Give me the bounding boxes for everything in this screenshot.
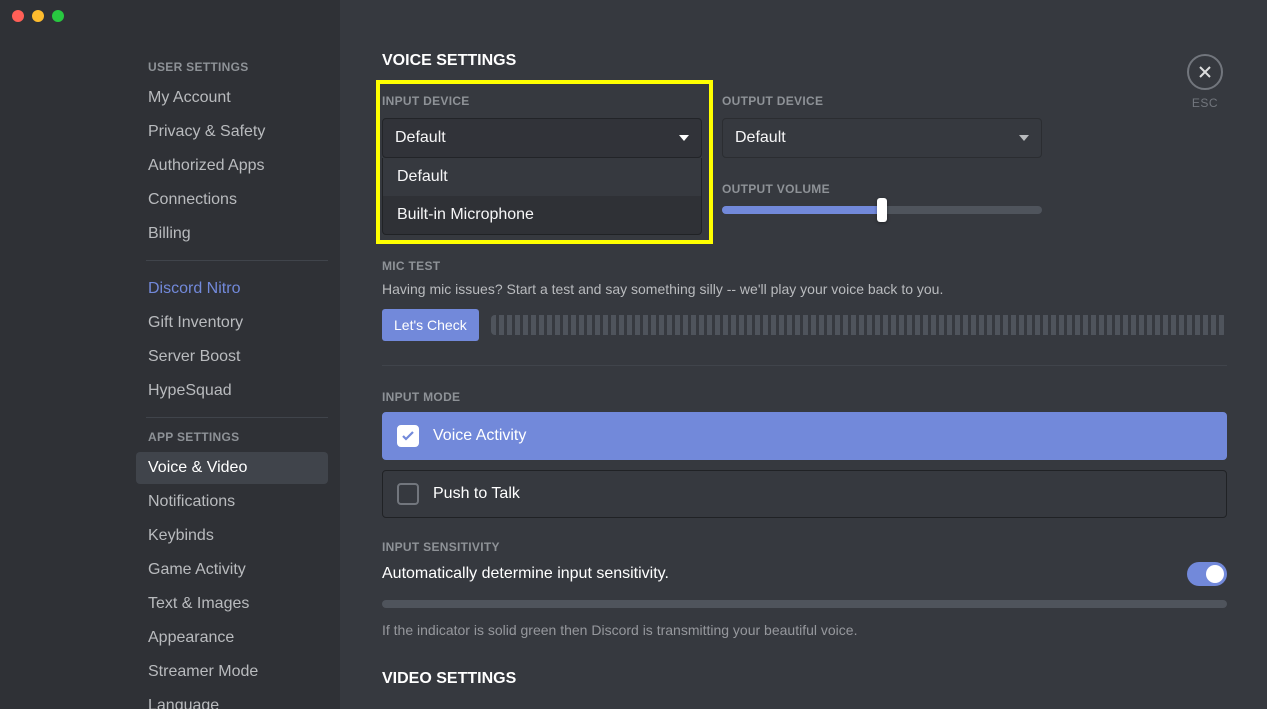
input-device-option-builtin-mic[interactable]: Built-in Microphone (383, 196, 701, 234)
input-mode-voice-activity[interactable]: Voice Activity (382, 412, 1227, 460)
sensitivity-help-text: If the indicator is solid green then Dis… (382, 622, 1227, 638)
input-device-dropdown: Default Built-in Microphone (382, 158, 702, 235)
sidebar-item-connections[interactable]: Connections (146, 184, 328, 216)
voice-activity-label: Voice Activity (433, 427, 526, 445)
slider-fill (722, 206, 882, 214)
sidebar-item-billing[interactable]: Billing (146, 218, 328, 250)
mic-test-help: Having mic issues? Start a test and say … (382, 281, 1227, 297)
sidebar-item-streamer-mode[interactable]: Streamer Mode (146, 656, 328, 688)
sidebar-item-voice-video[interactable]: Voice & Video (136, 452, 328, 484)
mic-test-label: MIC TEST (382, 259, 1227, 273)
window-minimize-dot[interactable] (32, 10, 44, 22)
push-to-talk-label: Push to Talk (433, 485, 520, 503)
window-maximize-dot[interactable] (52, 10, 64, 22)
sidebar-item-discord-nitro[interactable]: Discord Nitro (146, 273, 328, 305)
sensitivity-indicator-bar (382, 600, 1227, 608)
app-settings-header: APP SETTINGS (146, 430, 328, 444)
input-sensitivity-label: INPUT SENSITIVITY (382, 540, 1227, 554)
video-settings-title: VIDEO SETTINGS (382, 670, 1227, 688)
sidebar-item-my-account[interactable]: My Account (146, 82, 328, 114)
sidebar-item-privacy-safety[interactable]: Privacy & Safety (146, 116, 328, 148)
window-controls (12, 10, 64, 22)
page-title: VOICE SETTINGS (382, 52, 1227, 70)
toggle-knob (1206, 565, 1224, 583)
sidebar-item-language[interactable]: Language (146, 690, 328, 709)
output-volume-slider[interactable] (722, 206, 1042, 214)
sidebar-item-gift-inventory[interactable]: Gift Inventory (146, 307, 328, 339)
content-area: ESC VOICE SETTINGS INPUT DEVICE Default … (340, 0, 1267, 709)
input-device-value: Default (395, 129, 446, 147)
lets-check-button[interactable]: Let's Check (382, 309, 479, 341)
auto-sensitivity-text: Automatically determine input sensitivit… (382, 565, 669, 583)
output-device-select[interactable]: Default (722, 118, 1042, 158)
output-device-label: OUTPUT DEVICE (722, 94, 1042, 108)
output-volume-label: OUTPUT VOLUME (722, 182, 1042, 196)
close-button[interactable]: ESC (1187, 54, 1223, 110)
output-device-value: Default (735, 129, 786, 147)
user-settings-header: USER SETTINGS (146, 60, 328, 74)
settings-sidebar: USER SETTINGS My Account Privacy & Safet… (0, 0, 340, 709)
sidebar-item-game-activity[interactable]: Game Activity (146, 554, 328, 586)
input-device-option-default[interactable]: Default (383, 158, 701, 196)
input-device-select[interactable]: Default (382, 118, 702, 158)
mic-vu-meter (491, 315, 1227, 335)
close-label: ESC (1192, 96, 1218, 110)
sidebar-item-text-images[interactable]: Text & Images (146, 588, 328, 620)
sidebar-separator (146, 260, 328, 261)
input-device-label: INPUT DEVICE (382, 94, 702, 108)
sidebar-item-authorized-apps[interactable]: Authorized Apps (146, 150, 328, 182)
divider (382, 365, 1227, 366)
close-icon (1187, 54, 1223, 90)
sidebar-item-keybinds[interactable]: Keybinds (146, 520, 328, 552)
chevron-down-icon (1019, 135, 1029, 141)
sidebar-separator (146, 417, 328, 418)
sidebar-item-appearance[interactable]: Appearance (146, 622, 328, 654)
auto-sensitivity-toggle[interactable] (1187, 562, 1227, 586)
checkbox-checked-icon (397, 425, 419, 447)
window-close-dot[interactable] (12, 10, 24, 22)
input-mode-push-to-talk[interactable]: Push to Talk (382, 470, 1227, 518)
chevron-down-icon (679, 135, 689, 141)
sidebar-item-server-boost[interactable]: Server Boost (146, 341, 328, 373)
checkbox-unchecked-icon (397, 483, 419, 505)
input-mode-label: INPUT MODE (382, 390, 1227, 404)
sidebar-item-notifications[interactable]: Notifications (146, 486, 328, 518)
sidebar-item-hypesquad[interactable]: HypeSquad (146, 375, 328, 407)
slider-thumb[interactable] (877, 198, 887, 222)
